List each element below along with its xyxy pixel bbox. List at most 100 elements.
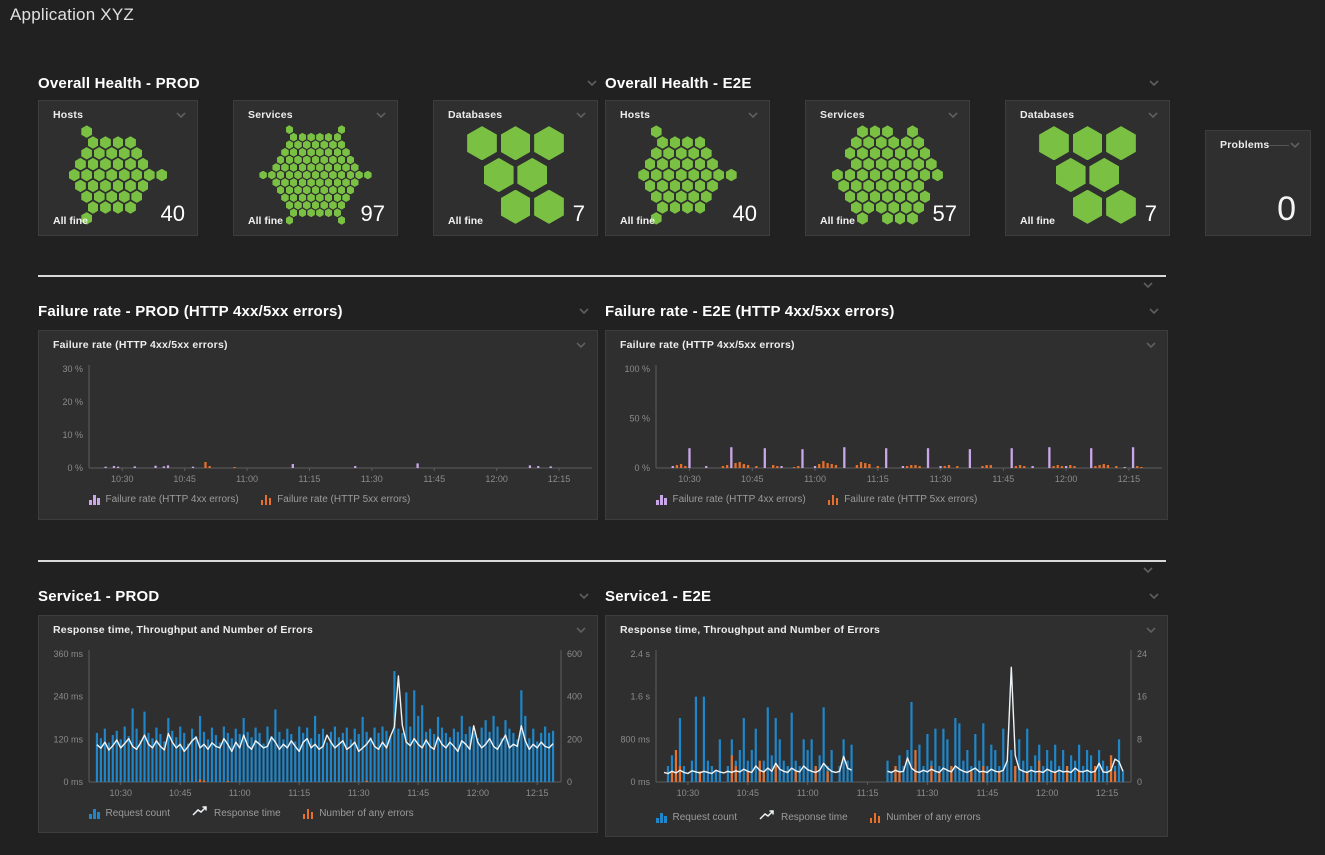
svg-text:11:45: 11:45	[992, 474, 1014, 484]
hexagon-healthy	[857, 147, 868, 159]
hexagon-healthy	[876, 158, 887, 170]
hexagon-healthy	[307, 178, 315, 187]
hexagon-healthy	[299, 148, 307, 157]
health-status: All fine	[820, 215, 855, 227]
hexagon-healthy	[338, 140, 346, 149]
tile-title: Databases	[448, 109, 502, 121]
hexagon-healthy	[312, 140, 320, 149]
health-tile-services-e2e[interactable]: Services All fine 57	[805, 100, 970, 236]
failure-rate-chart: 0 %50 %100 %10:3010:4511:0011:1511:3011:…	[606, 331, 1167, 519]
hexagon-healthy	[316, 163, 324, 172]
chevron-down-icon[interactable]	[586, 77, 598, 89]
hexagon-healthy	[657, 158, 668, 170]
hexagon-healthy	[131, 147, 142, 159]
chart-tile-failure-e2e[interactable]: Failure rate (HTTP 4xx/5xx errors) 0 %50…	[605, 330, 1168, 520]
hexagon-healthy	[329, 156, 337, 165]
section-divider	[38, 275, 1166, 277]
hexagon-healthy	[342, 163, 350, 172]
svg-text:11:15: 11:15	[299, 474, 321, 484]
hexagon-healthy	[277, 156, 285, 165]
health-tile-databases-e2e[interactable]: Databases All fine7	[1005, 100, 1170, 236]
health-tile-hosts-e2e[interactable]: Hosts All fine40	[605, 100, 770, 236]
hexagon-healthy	[325, 148, 333, 157]
hexagon-healthy	[325, 163, 333, 172]
entity-count: 97	[361, 201, 385, 227]
hexagon-healthy	[138, 180, 149, 192]
hexagon-healthy	[259, 171, 267, 180]
hexagon-healthy	[901, 180, 912, 192]
hexagon-healthy	[100, 136, 111, 148]
health-tile-databases-prod[interactable]: Databases All fine7	[433, 100, 598, 236]
chevron-down-icon[interactable]	[1148, 590, 1160, 602]
chevron-down-icon[interactable]	[747, 109, 759, 121]
chevron-down-icon[interactable]	[578, 590, 590, 602]
hexagon-healthy	[338, 186, 346, 195]
svg-text:12:00: 12:00	[485, 474, 508, 484]
section-header-failure-prod: Failure rate - PROD (HTTP 4xx/5xx errors…	[38, 301, 590, 321]
chevron-down-icon[interactable]	[575, 109, 587, 121]
tile-title: Hosts	[53, 109, 83, 121]
hexagon-healthy	[895, 147, 906, 159]
entity-count: 57	[933, 201, 957, 227]
chevron-down-icon[interactable]	[1147, 109, 1159, 121]
hexagon-healthy	[286, 125, 294, 134]
svg-text:16: 16	[1137, 692, 1147, 702]
chevron-down-icon[interactable]	[375, 109, 387, 121]
bar-chart-icon	[656, 812, 667, 823]
svg-text:0 %: 0 %	[67, 463, 83, 473]
hexagon-healthy	[286, 140, 294, 149]
hexagon-healthy	[832, 169, 843, 181]
chart-tile-failure-prod[interactable]: Failure rate (HTTP 4xx/5xx errors) 0 %10…	[38, 330, 598, 520]
hexagon-healthy	[312, 186, 320, 195]
svg-text:800 ms: 800 ms	[620, 734, 650, 744]
hexagon-healthy	[290, 133, 298, 142]
hexagon-healthy	[119, 169, 130, 181]
chevron-down-icon[interactable]	[1142, 279, 1154, 291]
hexagon-healthy	[888, 180, 899, 192]
entity-count: 40	[161, 201, 185, 227]
chevron-down-icon[interactable]	[175, 109, 187, 121]
hexagon-healthy	[926, 158, 937, 170]
hexagon-healthy	[688, 147, 699, 159]
chart-tile-service1-prod[interactable]: Response time, Throughput and Number of …	[38, 615, 598, 833]
hexagon-healthy	[334, 178, 342, 187]
hexagon-healthy	[303, 171, 311, 180]
health-tile-services-prod[interactable]: Services All fine97	[233, 100, 398, 236]
problems-tile[interactable]: Problems 0	[1205, 130, 1311, 236]
svg-text:0 %: 0 %	[634, 463, 650, 473]
svg-text:24: 24	[1137, 649, 1147, 659]
section-divider	[38, 560, 1166, 562]
hexagon-healthy	[125, 136, 136, 148]
hexagon-healthy	[307, 148, 315, 157]
hexagon-healthy	[1106, 126, 1136, 160]
svg-text:11:30: 11:30	[916, 788, 938, 798]
chevron-down-icon[interactable]	[1148, 77, 1160, 89]
hexagon-healthy	[299, 133, 307, 142]
hexagon-healthy	[707, 158, 718, 170]
chevron-down-icon[interactable]	[947, 109, 959, 121]
legend-item-5xx: Failure rate (HTTP 5xx errors)	[261, 494, 411, 505]
hexagon-healthy	[851, 136, 862, 148]
chevron-down-icon[interactable]	[1148, 305, 1160, 317]
chart-tile-service1-e2e[interactable]: Response time, Throughput and Number of …	[605, 615, 1168, 837]
hexagon-healthy	[106, 147, 117, 159]
chevron-down-icon[interactable]	[578, 305, 590, 317]
hexagon-healthy	[907, 125, 918, 137]
hexagon-healthy	[1039, 126, 1069, 160]
legend-item-5xx: Failure rate (HTTP 5xx errors)	[828, 494, 978, 505]
trend-dash	[1269, 145, 1289, 146]
svg-text:11:00: 11:00	[804, 474, 826, 484]
hexagon-healthy	[325, 178, 333, 187]
hexagon-healthy	[882, 125, 893, 137]
health-tile-hosts-prod[interactable]: Hosts All fine40	[38, 100, 198, 236]
hexagon-healthy	[329, 171, 337, 180]
svg-text:400: 400	[567, 692, 582, 702]
svg-text:2.4 s: 2.4 s	[630, 649, 650, 659]
hexagon-healthy	[870, 169, 881, 181]
hexagon-healthy	[534, 126, 564, 160]
tile-title: Services	[820, 109, 865, 121]
chevron-down-icon[interactable]	[1142, 564, 1154, 576]
hexagon-healthy	[863, 136, 874, 148]
hexagon-healthy	[726, 169, 737, 181]
chevron-down-icon[interactable]	[1289, 139, 1300, 151]
